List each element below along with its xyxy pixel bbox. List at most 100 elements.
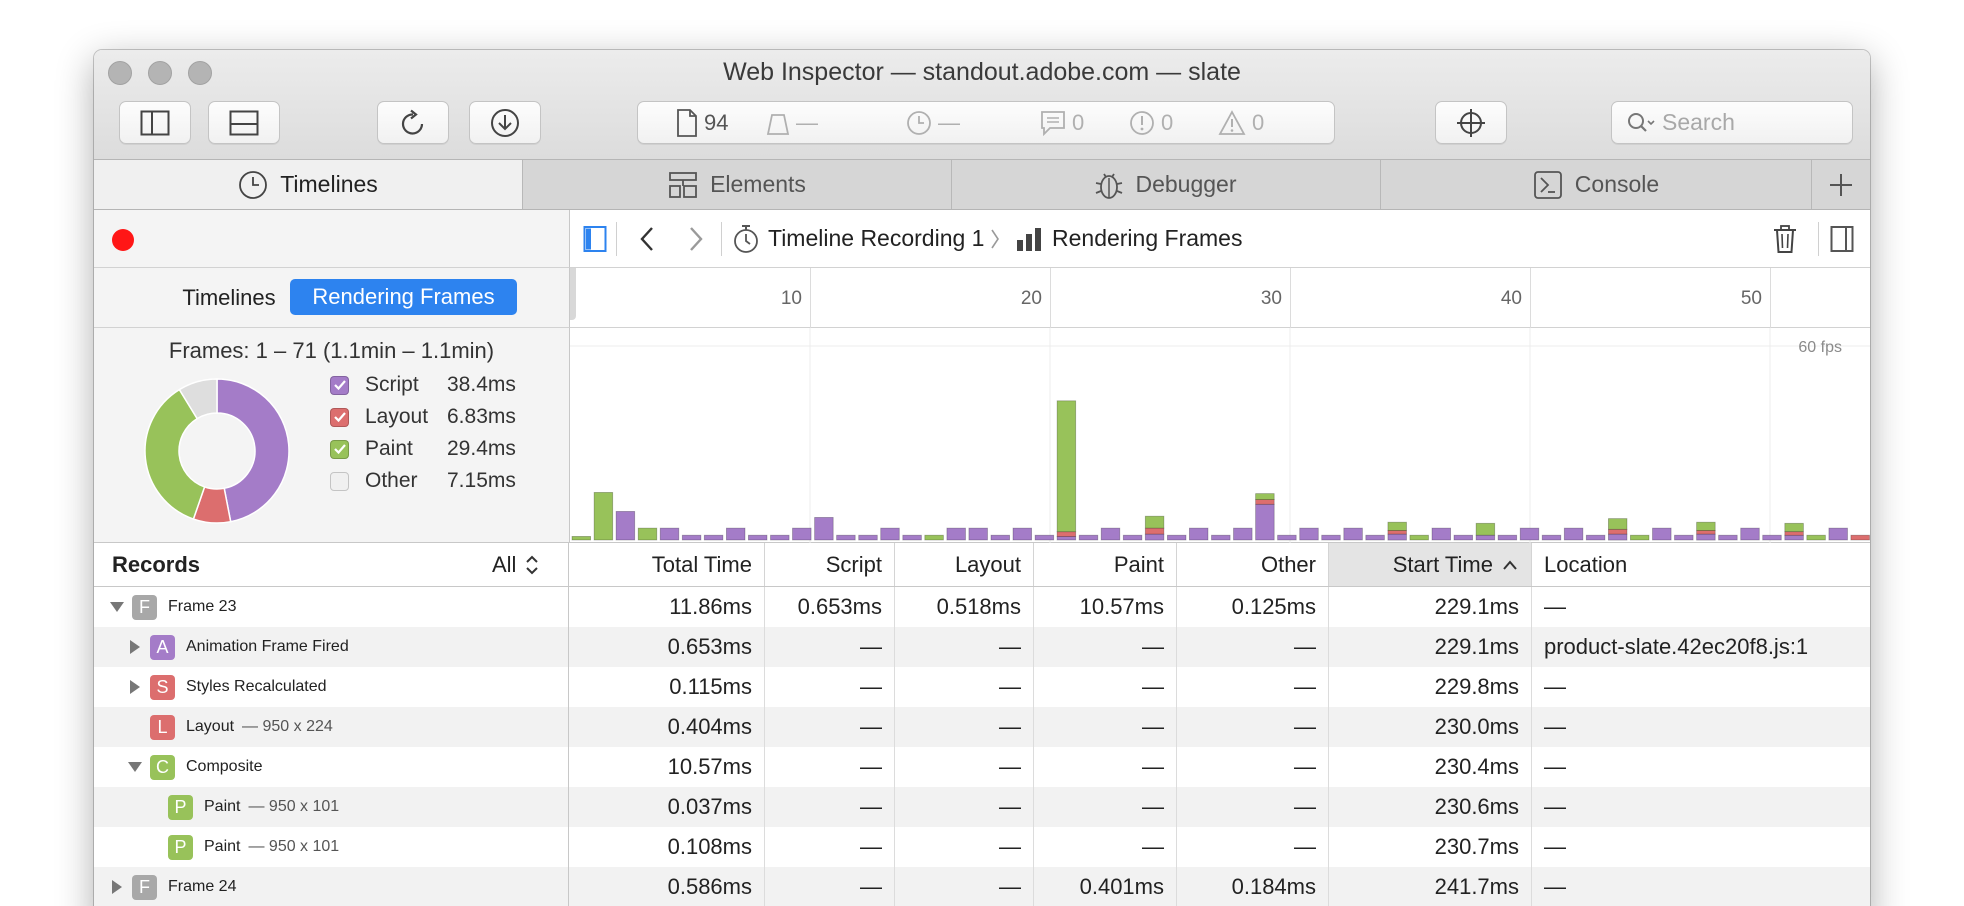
frame-bar-script[interactable] — [1299, 527, 1319, 541]
frame-bar-script[interactable] — [725, 527, 746, 541]
record-name-cell[interactable]: P Paint — 950 x 101 — [94, 827, 569, 867]
mode-rendering-frames-button[interactable]: Rendering Frames — [290, 279, 517, 315]
clear-timeline-button[interactable] — [1772, 210, 1798, 267]
frame-bar-script[interactable] — [946, 527, 966, 541]
record-name-cell[interactable]: S Styles Recalculated — [94, 667, 569, 707]
rendering-frames-graph[interactable]: 60 fps — [569, 328, 1870, 543]
frame-bar-script[interactable] — [1100, 527, 1121, 541]
frame-bar-paint[interactable] — [1056, 400, 1077, 533]
disclosure-closed-icon[interactable] — [126, 639, 144, 655]
frame-bar-script[interactable] — [990, 534, 1011, 541]
record-name-cell[interactable]: A Animation Frame Fired — [94, 627, 569, 667]
frame-bar-script[interactable] — [858, 534, 878, 541]
disclosure-closed-icon[interactable] — [126, 679, 144, 695]
frame-bar-script[interactable] — [1343, 527, 1363, 541]
column-start-time[interactable]: Start Time — [1329, 543, 1532, 586]
frame-bar-script[interactable] — [1762, 534, 1782, 541]
legend-script[interactable]: Script 38.4ms — [330, 370, 527, 400]
frame-bar-layout[interactable] — [1056, 531, 1077, 537]
frame-bar-script[interactable] — [1475, 534, 1496, 541]
column-other[interactable]: Other — [1177, 543, 1329, 586]
disclosure-closed-icon[interactable] — [108, 879, 126, 895]
disclosure-open-icon[interactable] — [108, 600, 126, 614]
record-name-cell[interactable]: F Frame 23 — [94, 587, 569, 627]
frame-bar-script[interactable] — [968, 527, 988, 541]
search-input[interactable]: Search — [1611, 101, 1853, 144]
selection-handle[interactable] — [570, 268, 576, 320]
record-button[interactable] — [112, 229, 134, 251]
frame-bar-script[interactable] — [1189, 527, 1209, 541]
warnings-status[interactable]: 0 — [1218, 102, 1264, 143]
load-time-status[interactable]: — — [906, 102, 960, 143]
forward-button[interactable] — [687, 210, 705, 267]
tab-debugger[interactable]: Debugger — [952, 160, 1381, 209]
record-name-cell[interactable]: C Composite — [94, 747, 569, 787]
legend-other[interactable]: Other 7.15ms — [330, 466, 527, 496]
errors-status[interactable]: 0 — [1129, 102, 1173, 143]
frame-bar-script[interactable] — [1497, 534, 1518, 541]
frame-bar-script[interactable] — [703, 534, 724, 541]
frame-bar-paint[interactable] — [1784, 522, 1804, 533]
frame-bar-paint[interactable] — [1144, 515, 1165, 529]
logs-status[interactable]: 0 — [1040, 102, 1084, 143]
frame-bar-script[interactable] — [1563, 527, 1584, 541]
record-filter-select[interactable]: All — [492, 543, 540, 586]
table-row[interactable]: A Animation Frame Fired 0.653ms — — — —229.1ms… — [94, 627, 1870, 667]
frame-bar-script[interactable] — [1740, 527, 1760, 541]
frame-bar-layout[interactable] — [1255, 499, 1275, 505]
breadcrumb-rendering-frames[interactable]: Rendering Frames — [1016, 210, 1242, 267]
download-button[interactable] — [469, 101, 541, 144]
frame-bar-script[interactable] — [770, 534, 790, 541]
column-script[interactable]: Script — [765, 543, 895, 586]
frame-bar-script[interactable] — [1608, 533, 1628, 541]
frame-bar-script[interactable] — [836, 534, 856, 541]
frame-bar-paint[interactable] — [1387, 521, 1407, 531]
frame-bar-script[interactable] — [1211, 534, 1231, 541]
frame-bar-script[interactable] — [880, 527, 900, 541]
frame-bar-paint[interactable] — [571, 535, 592, 541]
frame-bar-script[interactable] — [681, 534, 702, 541]
frame-bar-script[interactable] — [1585, 534, 1606, 541]
table-row[interactable]: S Styles Recalculated 0.115ms — — — —229.8ms — — [94, 667, 1870, 707]
frame-bar-script[interactable] — [1056, 535, 1077, 541]
cell-location[interactable]: product-slate.42ec20f8.js:1 — [1532, 627, 1870, 667]
frame-bar-script[interactable] — [1255, 503, 1275, 541]
tab-elements[interactable]: Elements — [523, 160, 952, 209]
frame-bar-paint[interactable] — [637, 527, 658, 541]
reload-button[interactable] — [377, 101, 449, 144]
frame-bar-script[interactable] — [1277, 534, 1297, 541]
dock-side-button[interactable] — [119, 101, 191, 144]
record-name-cell[interactable]: L Layout — 950 x 224 — [94, 707, 569, 747]
legend-paint[interactable]: Paint 29.4ms — [330, 434, 527, 464]
frame-bar-script[interactable] — [1718, 534, 1738, 541]
frame-bar-script[interactable] — [1167, 534, 1187, 541]
frame-bar-script[interactable] — [1828, 527, 1848, 541]
frame-bar-script[interactable] — [1144, 533, 1165, 541]
table-row[interactable]: P Paint — 950 x 101 0.037ms — — — —230.6ms — — [94, 787, 1870, 827]
record-name-cell[interactable]: F Frame 24 — [94, 867, 569, 906]
frame-bar-paint[interactable] — [1696, 521, 1716, 531]
frame-bar-layout[interactable] — [1784, 531, 1804, 536]
mode-timelines-button[interactable]: Timelines — [164, 280, 294, 316]
toggle-navigation-sidebar-button[interactable] — [583, 210, 607, 267]
paint-checkbox[interactable] — [330, 439, 349, 459]
new-tab-button[interactable] — [1812, 160, 1870, 209]
frame-bar-layout[interactable] — [1387, 530, 1407, 535]
frame-bar-script[interactable] — [1012, 527, 1033, 541]
frame-bar-script[interactable] — [1034, 534, 1055, 541]
frame-bar-layout[interactable] — [1608, 528, 1628, 535]
frame-bar-layout[interactable] — [1850, 534, 1870, 541]
back-button[interactable] — [638, 210, 656, 267]
frame-bar-script[interactable] — [1365, 534, 1385, 541]
layout-checkbox[interactable] — [330, 407, 349, 427]
table-row[interactable]: F Frame 24 0.586ms — —0.401ms 0.184ms 241.7ms — — [94, 867, 1870, 906]
record-name-cell[interactable]: P Paint — 950 x 101 — [94, 787, 569, 827]
frame-bar-script[interactable] — [1122, 534, 1143, 541]
frame-bar-script[interactable] — [1652, 527, 1672, 541]
script-checkbox[interactable] — [330, 375, 349, 395]
frame-bar-script[interactable] — [615, 510, 636, 541]
other-checkbox[interactable] — [330, 471, 349, 491]
frame-bar-script[interactable] — [814, 516, 834, 541]
frame-bar-script[interactable] — [1519, 527, 1540, 541]
frame-bar-script[interactable] — [792, 527, 812, 541]
